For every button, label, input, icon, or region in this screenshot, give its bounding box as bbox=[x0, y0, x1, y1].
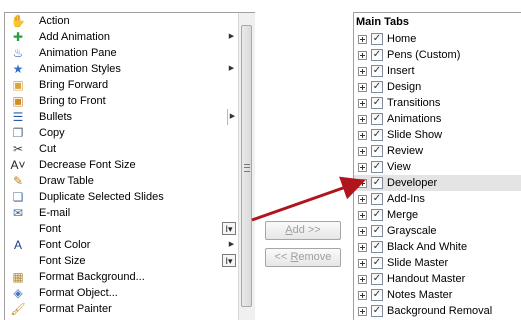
annotation-arrow bbox=[251, 176, 366, 222]
arrow-line bbox=[251, 176, 366, 222]
